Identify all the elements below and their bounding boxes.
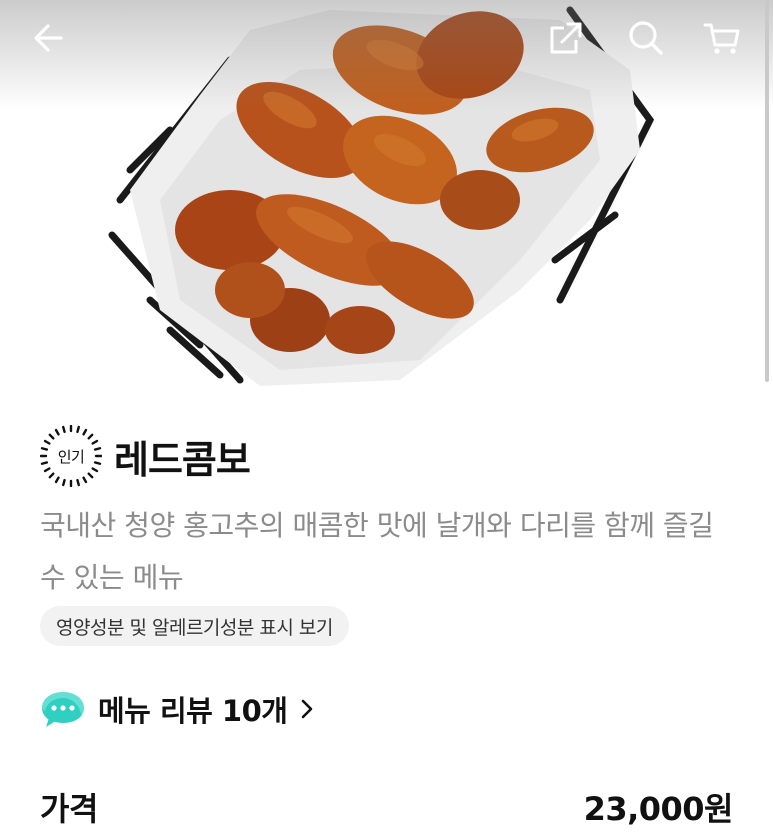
share-button[interactable] — [544, 16, 588, 60]
cart-icon — [703, 23, 740, 54]
chat-bubble-icon — [42, 692, 84, 727]
menu-description: 국내산 청양 홍고추의 매콤한 맛에 날개와 다리를 함께 즐길 수 있는 메뉴 — [40, 509, 714, 594]
arrow-left-icon — [34, 24, 63, 52]
menu-review-link[interactable]: 메뉴 리뷰 10개 — [40, 686, 315, 732]
search-icon — [629, 21, 663, 55]
cart-button[interactable] — [700, 16, 744, 60]
price-value: 23,000원 — [583, 790, 734, 828]
scrollbar[interactable] — [765, 0, 769, 382]
price-label: 가격 — [40, 790, 98, 828]
top-navigation-bar — [0, 0, 773, 80]
back-button[interactable] — [27, 16, 71, 60]
search-button[interactable] — [624, 16, 668, 60]
menu-title-row: 인기 레드콤보 — [40, 424, 251, 488]
share-icon — [550, 22, 582, 54]
allergy-info-button[interactable]: 영양성분 및 알레르기성분 표시 보기 — [40, 606, 349, 646]
popular-badge: 인기 — [40, 425, 102, 487]
review-label: 메뉴 리뷰 10개 — [98, 694, 288, 728]
chevron-right-icon — [299, 697, 315, 721]
page-title: 레드콤보 — [114, 437, 251, 482]
badge-label: 인기 — [57, 447, 85, 466]
